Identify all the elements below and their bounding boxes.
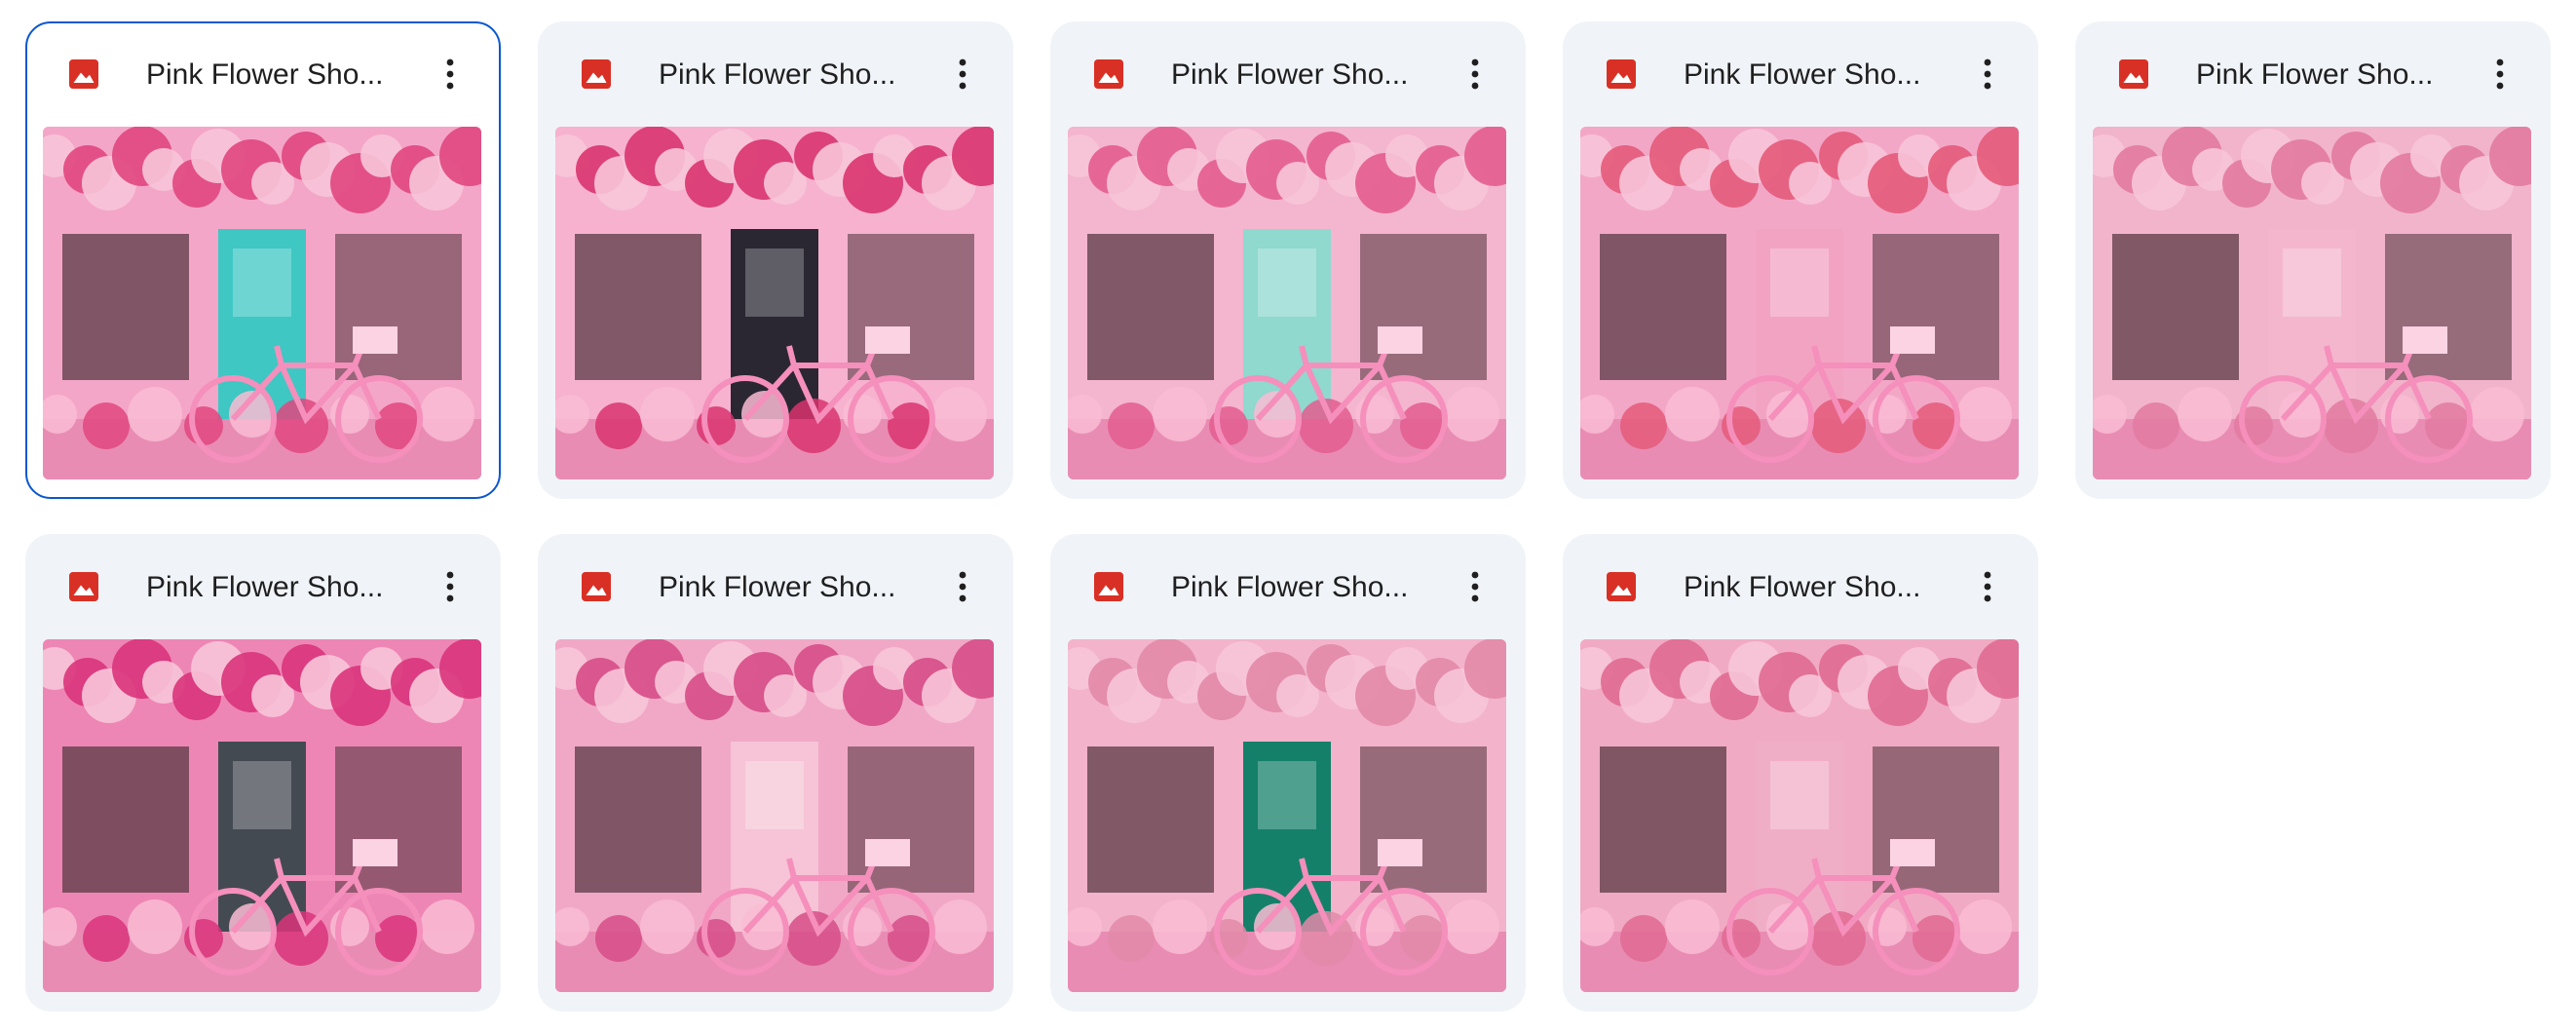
more-options-button[interactable] [1966,51,2009,97]
more-options-button[interactable] [1966,563,2009,610]
more-options-button[interactable] [941,51,984,97]
more-vert-icon [2496,58,2504,90]
more-vert-icon [1471,58,1479,90]
storefront-illustration [1580,127,2019,479]
file-card-4[interactable]: Pink Flower Sho... [1563,21,2038,499]
image-file-icon [2116,57,2151,92]
image-thumbnail[interactable] [2093,127,2531,479]
file-name: Pink Flower Sho... [659,58,896,91]
image-thumbnail[interactable] [1580,127,2019,479]
file-card-header: Pink Flower Sho... [1050,21,1526,127]
file-card-header: Pink Flower Sho... [25,534,501,639]
storefront-illustration [555,639,994,992]
file-card-header: Pink Flower Sho... [1050,534,1526,639]
file-card-6[interactable]: Pink Flower Sho... [25,534,501,1012]
file-card-header: Pink Flower Sho... [538,534,1013,639]
file-card-header: Pink Flower Sho... [27,23,499,129]
storefront-illustration [1068,127,1506,479]
image-file-icon [579,57,614,92]
file-name: Pink Flower Sho... [1684,58,1921,91]
image-file-icon [1604,57,1639,92]
file-card-header: Pink Flower Sho... [1563,534,2038,639]
storefront-illustration [43,639,481,992]
image-thumbnail[interactable] [555,127,994,479]
file-card-3[interactable]: Pink Flower Sho... [1050,21,1526,499]
more-options-button[interactable] [429,563,472,610]
storefront-illustration [555,127,994,479]
more-vert-icon [959,58,966,90]
more-vert-icon [446,58,454,90]
file-name: Pink Flower Sho... [659,571,896,603]
more-options-button[interactable] [429,51,472,97]
image-thumbnail[interactable] [1068,639,1506,992]
storefront-illustration [1068,639,1506,992]
storefront-illustration [2093,127,2531,479]
file-card-header: Pink Flower Sho... [1563,21,2038,127]
file-name: Pink Flower Sho... [1171,571,1409,603]
image-thumbnail[interactable] [1068,127,1506,479]
image-file-icon [66,57,101,92]
more-options-button[interactable] [1454,563,1496,610]
file-name: Pink Flower Sho... [1171,58,1409,91]
more-options-button[interactable] [941,563,984,610]
file-card-8[interactable]: Pink Flower Sho... [1050,534,1526,1012]
file-card-header: Pink Flower Sho... [2075,21,2551,127]
file-card-2[interactable]: Pink Flower Sho... [538,21,1013,499]
more-options-button[interactable] [1454,51,1496,97]
file-card-9[interactable]: Pink Flower Sho... [1563,534,2038,1012]
image-thumbnail[interactable] [555,639,994,992]
image-thumbnail[interactable] [43,127,481,479]
file-card-1[interactable]: Pink Flower Sho... [25,21,501,499]
more-options-button[interactable] [2479,51,2521,97]
image-file-icon [579,569,614,604]
file-card-header: Pink Flower Sho... [538,21,1013,127]
file-card-5[interactable]: Pink Flower Sho... [2075,21,2551,499]
more-vert-icon [1471,571,1479,602]
file-name: Pink Flower Sho... [146,571,384,603]
storefront-illustration [1580,639,2019,992]
more-vert-icon [1984,571,1991,602]
image-thumbnail[interactable] [1580,639,2019,992]
image-file-icon [1091,569,1126,604]
file-card-7[interactable]: Pink Flower Sho... [538,534,1013,1012]
more-vert-icon [959,571,966,602]
image-file-icon [1604,569,1639,604]
image-file-icon [1091,57,1126,92]
image-thumbnail[interactable] [43,639,481,992]
image-file-icon [66,569,101,604]
storefront-illustration [43,127,481,479]
file-grid: Pink Flower Sho... Pink Flower Sho... Pi… [25,21,2551,1012]
file-name: Pink Flower Sho... [1684,571,1921,603]
file-name: Pink Flower Sho... [2196,58,2434,91]
more-vert-icon [1984,58,1991,90]
more-vert-icon [446,571,454,602]
file-name: Pink Flower Sho... [146,58,384,91]
